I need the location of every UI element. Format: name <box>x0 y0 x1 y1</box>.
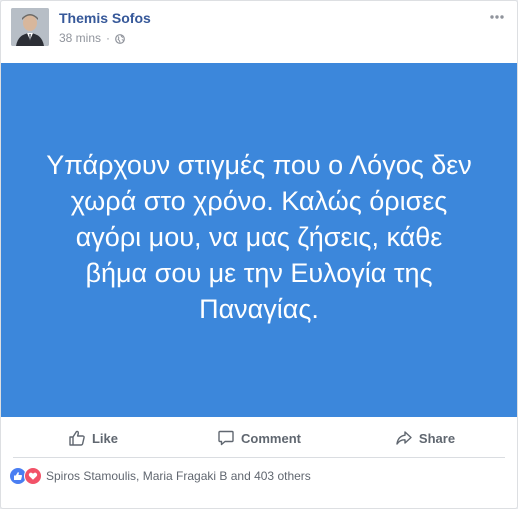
post-header: Themis Sofos 38 mins · <box>1 1 517 63</box>
comment-icon <box>218 430 234 446</box>
share-button[interactable]: Share <box>345 422 505 454</box>
author-name[interactable]: Themis Sofos <box>59 10 151 26</box>
reactions-text[interactable]: Spiros Stamoulis, Maria Fragaki B and 40… <box>46 469 311 483</box>
globe-icon[interactable] <box>115 33 125 44</box>
post-card: Themis Sofos 38 mins · Υπάρχουν στιγμές … <box>0 0 518 509</box>
comment-label: Comment <box>241 430 301 446</box>
meta-separator: · <box>106 31 111 45</box>
banner-text: Υπάρχουν στιγμές που ο Λόγος δεν χωρά στ… <box>46 150 472 324</box>
reactions-summary: Spiros Stamoulis, Maria Fragaki B and 40… <box>9 467 311 485</box>
reaction-icons[interactable] <box>9 467 42 485</box>
post-text-banner: Υπάρχουν στιγμές που ο Λόγος δεν χωρά στ… <box>1 63 517 417</box>
share-label: Share <box>418 430 456 446</box>
thumbs-up-icon <box>69 430 85 446</box>
like-label: Like <box>91 430 118 446</box>
share-icon <box>396 431 412 445</box>
avatar[interactable] <box>11 8 49 46</box>
love-icon <box>24 467 42 485</box>
post-timestamp[interactable]: 38 mins <box>59 31 101 45</box>
comment-button[interactable]: Comment <box>179 422 339 454</box>
action-bar: Like Comment Share <box>13 419 505 458</box>
post-meta: 38 mins · <box>59 31 125 45</box>
like-button[interactable]: Like <box>13 422 173 454</box>
more-options-icon[interactable] <box>489 9 505 25</box>
